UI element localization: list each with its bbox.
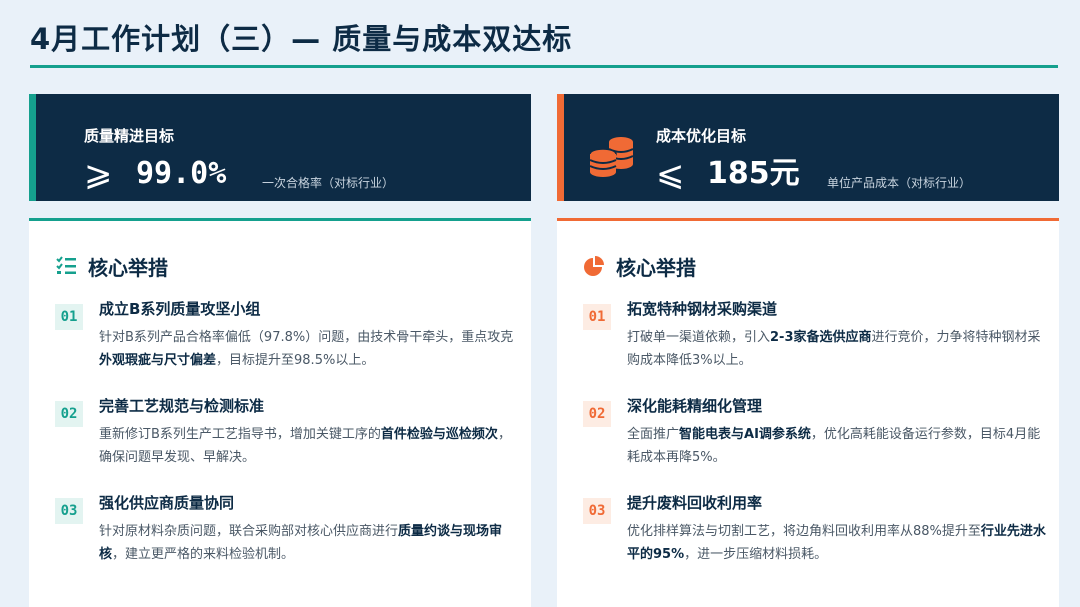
- section-heading: 核心举措: [616, 256, 696, 280]
- item-text: 打破单一渠道依赖，引入2-3家备选供应商进行竞价，力争将特种钢材采购成本降低3%…: [627, 330, 1041, 368]
- cost-target-banner: 成本优化目标 ⩽ 185元 单位产品成本（对标行业）: [557, 94, 1059, 201]
- item-title: 强化供应商质量协同: [99, 494, 235, 512]
- item-number: 03: [55, 498, 83, 524]
- quality-target-label: 质量精进目标: [84, 127, 175, 145]
- greater-equal-sign: ⩾: [84, 154, 113, 194]
- highlight: 2-3家备选供应商: [770, 330, 872, 345]
- item-title: 拓宽特种钢材采购渠道: [627, 300, 778, 318]
- cost-target-label: 成本优化目标: [656, 127, 747, 145]
- page-title: 4月工作计划（三）— 质量与成本双达标: [30, 22, 573, 56]
- banner-accent-bar: [557, 94, 564, 201]
- title-divider: [30, 65, 1058, 68]
- item-number: 03: [583, 498, 611, 524]
- coins-icon: [589, 137, 634, 177]
- item-text: 优化排样算法与切割工艺，将边角料回收利用率从88%提升至行业先进水平的95%，进…: [627, 524, 1046, 562]
- item-text: 针对原材料杂质问题，联合采购部对核心供应商进行质量约谈与现场审核，建立更严格的来…: [99, 524, 503, 562]
- item-number: 01: [583, 304, 611, 330]
- item-number: 02: [55, 401, 83, 427]
- pie-chart-icon: [584, 256, 604, 276]
- item-text: 针对B系列产品合格率偏低（97.8%）问题，由技术骨干牵头，重点攻克外观瑕疵与尺…: [99, 330, 514, 368]
- section-heading: 核心举措: [88, 256, 168, 280]
- card-top-line: [29, 218, 531, 221]
- checklist-icon: [56, 256, 76, 274]
- cost-column: 成本优化目标 ⩽ 185元 单位产品成本（对标行业） 核心举措 01 拓宽特种钢…: [557, 94, 1059, 607]
- quality-target-banner: 质量精进目标 ⩾ 99.0% 一次合格率（对标行业）: [29, 94, 531, 201]
- quality-target-desc: 一次合格率（对标行业）: [262, 176, 395, 190]
- quality-column: 质量精进目标 ⩾ 99.0% 一次合格率（对标行业） 核心举措 01 成立B系列…: [29, 94, 531, 607]
- item-title: 提升废料回收利用率: [627, 494, 763, 512]
- cost-target-desc: 单位产品成本（对标行业）: [827, 176, 972, 190]
- item-text: 重新修订B系列生产工艺指导书，增加关键工序的首件检验与巡检频次，确保问题早发现、…: [99, 427, 511, 465]
- highlight: 首件检验与巡检频次: [380, 427, 498, 442]
- item-title: 成立B系列质量攻坚小组: [99, 300, 261, 318]
- item-title: 深化能耗精细化管理: [627, 397, 763, 415]
- banner-accent-bar: [29, 94, 36, 201]
- highlight: 外观瑕疵与尺寸偏差: [99, 353, 217, 368]
- item-number: 01: [55, 304, 83, 330]
- item-number: 02: [583, 401, 611, 427]
- cost-measures-card: 核心举措 01 拓宽特种钢材采购渠道 打破单一渠道依赖，引入2-3家备选供应商进…: [557, 218, 1059, 607]
- item-text: 全面推广智能电表与AI调参系统，优化高耗能设备运行参数，目标4月能耗成本再降5%…: [627, 427, 1041, 465]
- cost-target-value: 185元: [707, 156, 800, 191]
- highlight: 智能电表与AI调参系统: [679, 427, 811, 442]
- quality-measures-card: 核心举措 01 成立B系列质量攻坚小组 针对B系列产品合格率偏低（97.8%）问…: [29, 218, 531, 607]
- quality-target-value: 99.0%: [136, 156, 227, 191]
- item-title: 完善工艺规范与检测标准: [99, 397, 265, 415]
- less-equal-sign: ⩽: [656, 154, 685, 194]
- card-top-line: [557, 218, 1059, 221]
